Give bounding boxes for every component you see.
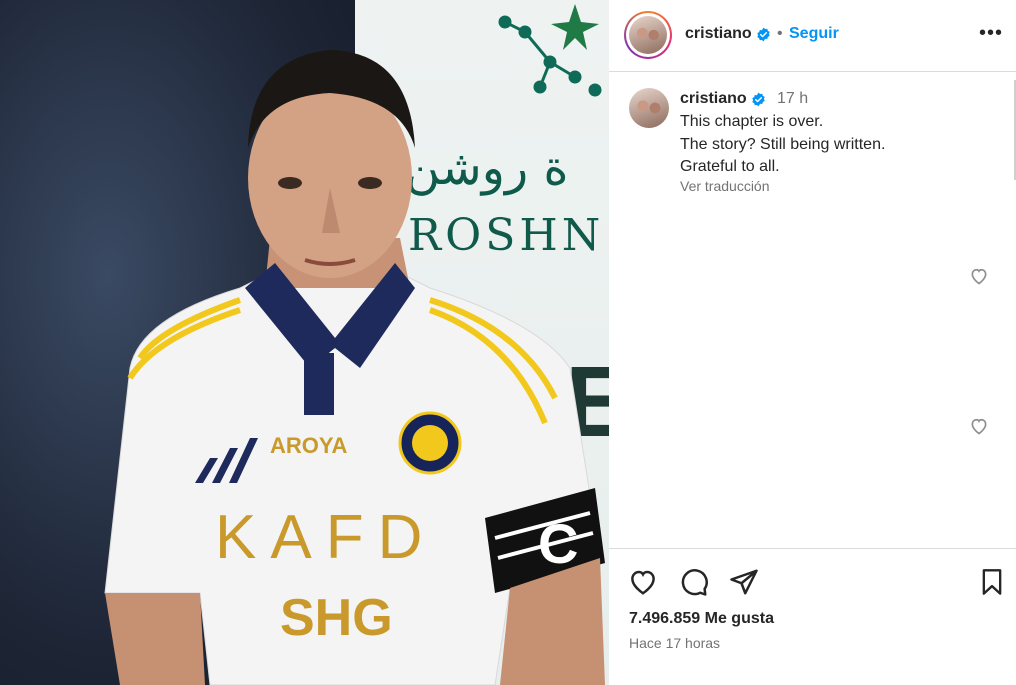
comment-item	[609, 248, 1016, 308]
jersey-sponsor-main: KAFD	[215, 503, 436, 572]
comment-icon[interactable]	[679, 567, 709, 597]
post-side-panel: cristiano • Seguir ••• cristiano 17 h Th…	[609, 0, 1016, 685]
comment-item	[609, 398, 1016, 458]
header-separator: •	[777, 25, 783, 42]
heart-icon[interactable]	[969, 416, 989, 436]
avatar-image	[629, 16, 667, 54]
bookmark-icon[interactable]	[978, 567, 1006, 597]
caption-line: Grateful to all.	[680, 158, 780, 175]
translate-link[interactable]: Ver traducción	[680, 178, 770, 194]
caption-line: This chapter is over.	[680, 113, 824, 130]
share-icon[interactable]	[729, 567, 759, 597]
follow-button[interactable]: Seguir	[789, 25, 839, 43]
caption-time: 17 h	[777, 90, 809, 107]
post-timestamp: Hace 17 horas	[629, 635, 721, 651]
caption-line: The story? Still being written.	[680, 136, 886, 153]
post-image[interactable]: ة روشن ROSHN C E C AROYA KAFD S	[0, 0, 609, 685]
header-username[interactable]: cristiano	[685, 25, 752, 43]
more-options-icon[interactable]: •••	[979, 22, 1003, 45]
avatar[interactable]	[624, 11, 672, 59]
heart-icon[interactable]	[969, 266, 989, 286]
caption-username[interactable]: cristiano	[680, 90, 747, 108]
verified-badge-icon	[752, 92, 765, 107]
post-caption: cristiano 17 h This chapter is over. The…	[609, 72, 1016, 202]
player-figure: C AROYA KAFD SHG	[104, 50, 605, 685]
jersey-sponsor-top: AROYA	[270, 433, 348, 458]
heart-icon[interactable]	[628, 567, 658, 597]
captain-band-letter: C	[538, 512, 578, 575]
post-actions: 7.496.859 Me gusta Hace 17 horas	[609, 548, 1016, 685]
post-header: cristiano • Seguir •••	[609, 0, 1016, 72]
verified-badge-icon	[757, 27, 770, 42]
jersey-sponsor-bottom: SHG	[280, 589, 393, 647]
likes-count[interactable]: 7.496.859 Me gusta	[629, 610, 774, 628]
caption-avatar[interactable]	[629, 88, 669, 128]
